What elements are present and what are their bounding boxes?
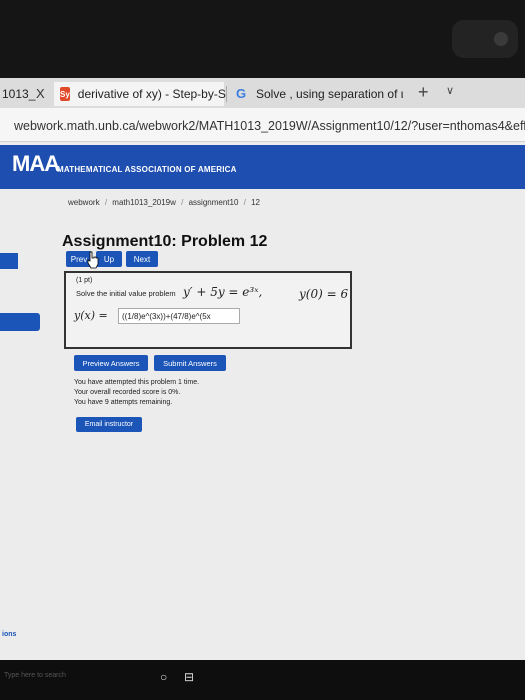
problem-points: (1 pt)	[76, 277, 93, 284]
breadcrumb-separator: /	[104, 198, 108, 207]
taskbar-cortana-icon[interactable]: ○	[160, 670, 167, 684]
tab-solve-separation[interactable]: G Solve , using separation of ι	[232, 82, 410, 106]
url-text[interactable]: webwork.math.unb.ca/webwork2/MATH1013_20…	[14, 119, 525, 133]
tab-list-icon[interactable]: ∨	[446, 84, 454, 97]
new-tab-icon[interactable]: +	[418, 82, 429, 103]
monitor-bezel	[0, 0, 525, 78]
google-favicon-icon: G	[236, 86, 247, 101]
attempts-remaining-text: You have 9 attempts remaining.	[74, 399, 173, 406]
screen: 1013_ X Sy derivative of xy) - Step-by-S…	[0, 78, 525, 700]
email-instructor-button[interactable]: Email instructor	[76, 417, 142, 432]
hand-cursor-icon	[87, 251, 99, 269]
sidebar-link[interactable]	[0, 253, 18, 269]
preview-answers-button[interactable]: Preview Answers	[74, 355, 148, 371]
breadcrumb-separator: /	[181, 198, 184, 207]
score-text: Your overall recorded score is 0%.	[74, 389, 181, 396]
tab-label: 1013_	[2, 87, 36, 101]
webwork-page: webwork / math1013_2019w / assignment10 …	[0, 189, 525, 700]
taskbar-task-view-icon[interactable]: ⊟	[184, 670, 194, 684]
problem-equation: y′ + 5y = e³ˣ,	[183, 285, 263, 299]
breadcrumb-assignment[interactable]: assignment10	[189, 198, 239, 207]
taskbar-search[interactable]: Type here to search	[4, 672, 66, 679]
breadcrumb-course[interactable]: math1013_2019w	[112, 198, 176, 207]
taskbar: Type here to search ○ ⊟	[0, 660, 525, 700]
tab-label: Solve , using separation of ι	[256, 87, 404, 101]
tab-divider	[226, 86, 227, 102]
breadcrumb: webwork / math1013_2019w / assignment10 …	[68, 198, 260, 207]
breadcrumb-webwork[interactable]: webwork	[68, 198, 100, 207]
webcam-icon	[452, 20, 518, 58]
page-title: Assignment10: Problem 12	[62, 233, 268, 250]
attempt-count-text: You have attempted this problem 1 time.	[74, 379, 200, 386]
address-bar[interactable]: webwork.math.unb.ca/webwork2/MATH1013_20…	[0, 108, 525, 142]
tab-close-icon[interactable]: X	[36, 86, 45, 101]
maa-header: MAA MATHEMATICAL ASSOCIATION OF AMERICA	[0, 145, 525, 189]
answer-input[interactable]	[118, 308, 240, 324]
answer-label: y(x) =	[74, 309, 108, 322]
maa-logo[interactable]: MAA	[12, 151, 60, 177]
sidebar-partial-label: ions	[2, 631, 17, 638]
initial-condition: y(0) = 6	[299, 287, 349, 301]
tab-label: derivative of xy) - Step-by-S	[77, 87, 226, 101]
browser-tab-bar: 1013_ X Sy derivative of xy) - Step-by-S…	[0, 78, 525, 108]
problem-box: (1 pt) Solve the initial value problem y…	[64, 271, 352, 349]
sidebar-link[interactable]	[0, 313, 40, 331]
submit-answers-button[interactable]: Submit Answers	[154, 355, 226, 371]
symbolab-favicon-icon: Sy	[60, 87, 70, 101]
problem-statement: Solve the initial value problem	[76, 289, 176, 298]
breadcrumb-separator: /	[243, 198, 246, 207]
breadcrumb-problem: 12	[251, 198, 261, 207]
maa-subtitle: MATHEMATICAL ASSOCIATION OF AMERICA	[57, 165, 237, 174]
tab-derivative[interactable]: Sy derivative of xy) - Step-by-S	[54, 82, 226, 106]
next-button[interactable]: Next	[126, 251, 158, 267]
tab-1013[interactable]: 1013_ X	[0, 82, 52, 106]
